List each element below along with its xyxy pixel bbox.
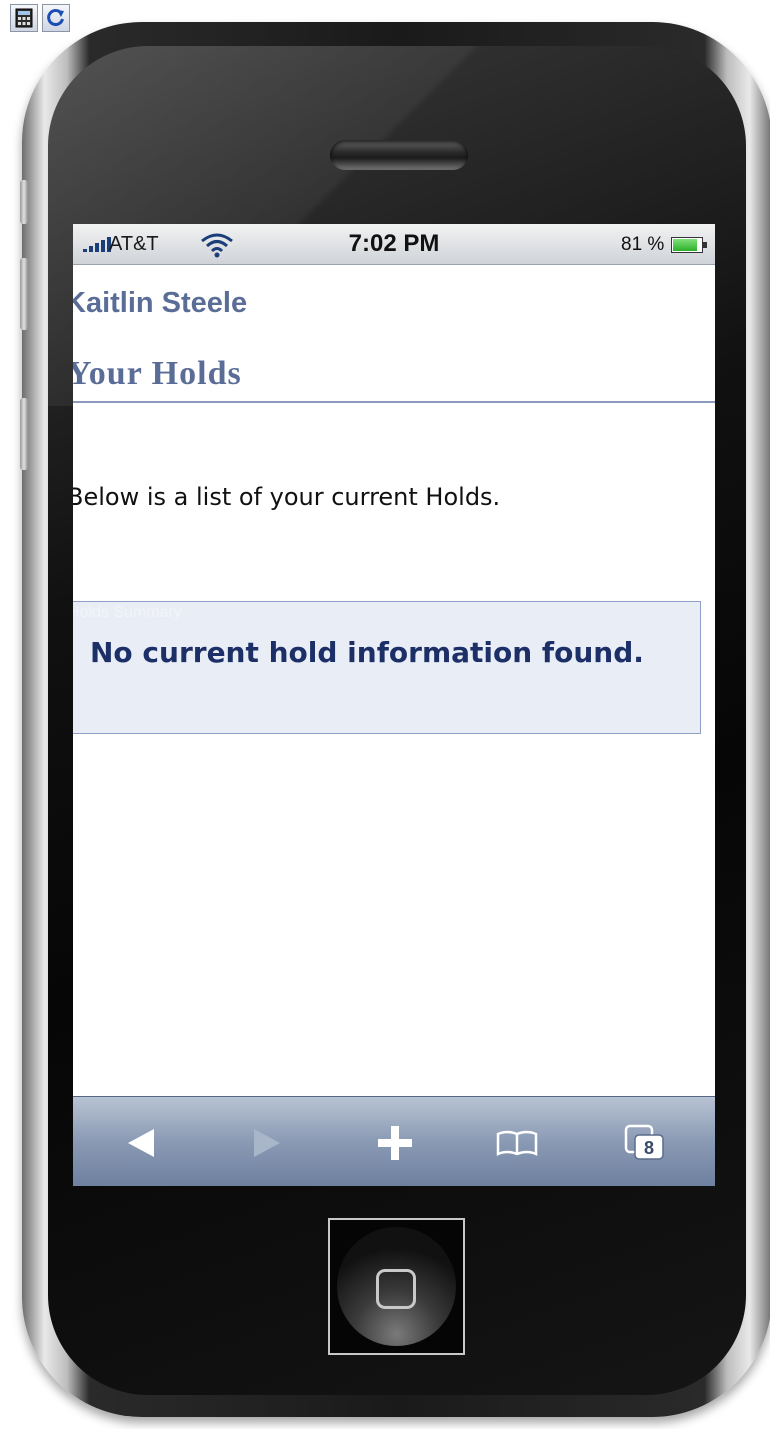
top-toolbar: [10, 4, 70, 32]
intro-text: Below is a list of your current Holds.: [73, 483, 501, 511]
battery-fill: [673, 239, 698, 251]
home-button[interactable]: [328, 1218, 465, 1355]
pages-icon[interactable]: 8: [623, 1121, 667, 1165]
refresh-icon[interactable]: [42, 4, 70, 32]
book-icon[interactable]: [495, 1121, 539, 1165]
clock: 7:02 PM: [348, 230, 440, 257]
safari-toolbar: 8: [73, 1096, 715, 1186]
status-bar: AT&T 7:02 PM 81 %: [73, 224, 715, 265]
calculator-icon[interactable]: [10, 4, 38, 32]
battery-icon: [671, 237, 707, 253]
title-divider: [73, 401, 715, 403]
plus-icon[interactable]: [373, 1121, 417, 1165]
phone-screen: AT&T 7:02 PM 81 % Kaitlin Steele Your Ho…: [73, 224, 715, 1186]
holds-summary-box: Holds Summary No current hold informatio…: [73, 601, 701, 734]
back-arrow-icon[interactable]: [119, 1121, 163, 1165]
home-square-icon: [376, 1269, 416, 1309]
forward-arrow-icon[interactable]: [245, 1121, 289, 1165]
no-holds-message: No current hold information found.: [90, 636, 644, 669]
battery-percent: 81 %: [621, 234, 665, 255]
earpiece-speaker: [330, 140, 468, 170]
user-name: Kaitlin Steele: [73, 287, 248, 319]
pages-count: 8: [644, 1138, 654, 1158]
holds-summary-caption: Holds Summary: [73, 604, 182, 621]
page-title: Your Holds: [73, 355, 242, 392]
